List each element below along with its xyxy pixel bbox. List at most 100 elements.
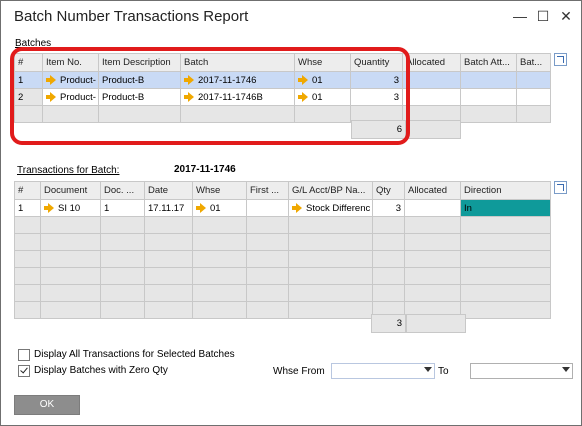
- col-header[interactable]: Batch Att...: [460, 53, 517, 72]
- qty-cell[interactable]: 3: [372, 199, 405, 217]
- maximize-icon[interactable]: ☐: [532, 5, 554, 27]
- whse-text: 01: [312, 74, 323, 86]
- empty-row: [14, 233, 551, 251]
- transactions-batch-value: 2017-11-1746: [174, 164, 236, 175]
- row-number: 2: [14, 88, 43, 106]
- empty-row: [14, 216, 551, 234]
- direction-cell[interactable]: In: [460, 199, 551, 217]
- col-header[interactable]: G/L Acct/BP Na...: [288, 181, 373, 200]
- link-arrow-icon[interactable]: [298, 91, 309, 102]
- whse-cell[interactable]: 01: [294, 88, 351, 106]
- table-row[interactable]: 2 Product- Product-B 2017-11-1746B 01 3: [14, 88, 551, 106]
- whse-text: 01: [312, 91, 323, 103]
- col-header[interactable]: Whse: [192, 181, 247, 200]
- display-zero-label: Display Batches with Zero Qty: [34, 365, 168, 376]
- whse-from-label: Whse From: [273, 366, 325, 377]
- window-title: Batch Number Transactions Report: [14, 8, 249, 25]
- batch-cell[interactable]: 2017-11-1746B: [180, 88, 295, 106]
- table-row[interactable]: 1 SI 10 1 17.11.17 01 Stock Differenc 3 …: [14, 199, 551, 217]
- col-header[interactable]: Batch: [180, 53, 295, 72]
- batches-header-row: # Item No. Item Description Batch Whse Q…: [14, 53, 551, 72]
- col-header[interactable]: Doc. ...: [100, 181, 145, 200]
- expand-icon[interactable]: [554, 181, 567, 194]
- document-cell[interactable]: SI 10: [40, 199, 101, 217]
- col-header[interactable]: First ...: [246, 181, 289, 200]
- to-dropdown[interactable]: [470, 363, 573, 379]
- doc-num-cell[interactable]: 1: [100, 199, 145, 217]
- col-header[interactable]: Date: [144, 181, 193, 200]
- empty-row: [14, 284, 551, 302]
- whse-cell[interactable]: 01: [192, 199, 247, 217]
- batches-total-qty: 6: [351, 120, 406, 139]
- col-header[interactable]: #: [14, 53, 43, 72]
- col-header[interactable]: Whse: [294, 53, 351, 72]
- whse-from-dropdown[interactable]: [331, 363, 435, 379]
- chevron-down-icon: [424, 367, 432, 372]
- chevron-down-icon: [562, 367, 570, 372]
- empty-row: [14, 105, 551, 123]
- link-arrow-icon[interactable]: [44, 202, 55, 213]
- empty-row: [14, 267, 551, 285]
- col-header[interactable]: Item Description: [98, 53, 181, 72]
- batch-text: 2017-11-1746: [198, 74, 257, 86]
- item-no-cell[interactable]: Product-: [42, 88, 99, 106]
- document-text: SI 10: [58, 202, 81, 214]
- empty-row: [14, 250, 551, 268]
- date-cell[interactable]: 17.11.17: [144, 199, 193, 217]
- gl-acct-text: Stock Differenc: [306, 202, 371, 214]
- item-no-text: Product-: [60, 74, 96, 86]
- link-arrow-icon[interactable]: [184, 91, 195, 102]
- display-zero-checkbox[interactable]: [18, 365, 30, 377]
- col-header[interactable]: #: [14, 181, 41, 200]
- col-header[interactable]: Qty: [372, 181, 405, 200]
- col-header[interactable]: Allocated: [402, 53, 461, 72]
- allocated-cell[interactable]: [404, 199, 461, 217]
- link-arrow-icon[interactable]: [298, 74, 309, 85]
- table-row[interactable]: 1 Product- Product-B 2017-11-1746 01 3: [14, 71, 551, 89]
- transactions-table: # Document Doc. ... Date Whse First ... …: [14, 181, 551, 319]
- batch-extra-cell[interactable]: [516, 88, 551, 106]
- expand-icon[interactable]: [554, 53, 567, 66]
- col-header[interactable]: Document: [40, 181, 101, 200]
- batch-attr-cell[interactable]: [460, 71, 517, 89]
- col-header[interactable]: Allocated: [404, 181, 461, 200]
- col-header[interactable]: Direction: [460, 181, 551, 200]
- batches-label: Batches: [15, 38, 52, 49]
- empty-row: [14, 301, 551, 319]
- whse-cell[interactable]: 01: [294, 71, 351, 89]
- batch-cell[interactable]: 2017-11-1746: [180, 71, 295, 89]
- link-arrow-icon[interactable]: [46, 91, 57, 102]
- desc-cell[interactable]: Product-B: [98, 71, 181, 89]
- minimize-icon[interactable]: —: [509, 5, 531, 27]
- display-all-checkbox[interactable]: [18, 349, 30, 361]
- link-arrow-icon[interactable]: [292, 202, 303, 213]
- link-arrow-icon[interactable]: [196, 202, 207, 213]
- batch-attr-cell[interactable]: [460, 88, 517, 106]
- col-header[interactable]: Quantity: [350, 53, 403, 72]
- transactions-total-qty: 3: [371, 314, 406, 333]
- desc-cell[interactable]: Product-B: [98, 88, 181, 106]
- transactions-header-row: # Document Doc. ... Date Whse First ... …: [14, 181, 551, 200]
- to-label: To: [438, 366, 449, 377]
- quantity-cell[interactable]: 3: [350, 88, 403, 106]
- allocated-cell[interactable]: [402, 88, 461, 106]
- transactions-total-allocated: [406, 314, 466, 333]
- gl-acct-cell[interactable]: Stock Differenc: [288, 199, 373, 217]
- close-icon[interactable]: ✕: [555, 5, 577, 27]
- first-cell[interactable]: [246, 199, 289, 217]
- whse-text: 01: [210, 202, 221, 214]
- link-arrow-icon[interactable]: [184, 74, 195, 85]
- item-no-cell[interactable]: Product-: [42, 71, 99, 89]
- batch-text: 2017-11-1746B: [198, 91, 263, 103]
- batch-extra-cell[interactable]: [516, 71, 551, 89]
- ok-button[interactable]: OK: [14, 395, 80, 415]
- link-arrow-icon[interactable]: [46, 74, 57, 85]
- row-number: 1: [14, 199, 41, 217]
- batches-table: # Item No. Item Description Batch Whse Q…: [14, 53, 551, 123]
- batches-total-allocated: [405, 120, 461, 139]
- quantity-cell[interactable]: 3: [350, 71, 403, 89]
- title-bar: Batch Number Transactions Report — ☐ ✕: [1, 1, 581, 33]
- allocated-cell[interactable]: [402, 71, 461, 89]
- col-header[interactable]: Item No.: [42, 53, 99, 72]
- col-header[interactable]: Bat...: [516, 53, 551, 72]
